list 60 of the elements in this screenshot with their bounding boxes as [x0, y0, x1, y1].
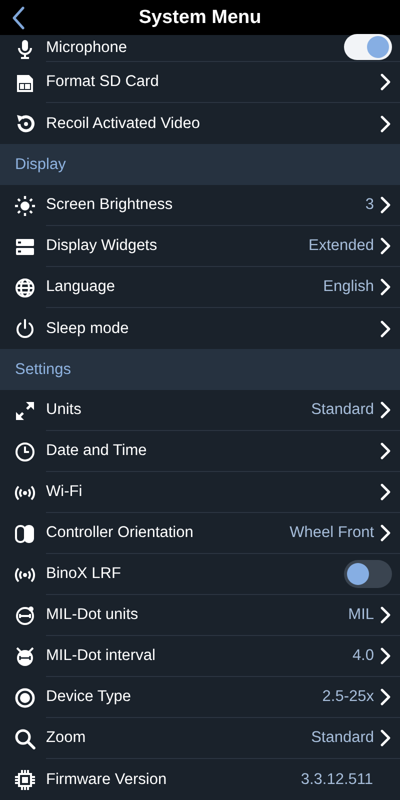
row-label: BinoX LRF — [46, 565, 122, 583]
row-label: Date and Time — [46, 442, 148, 460]
row-label: Device Type — [46, 688, 132, 706]
chevron-icon — [380, 442, 391, 460]
chevron-icon — [380, 237, 391, 255]
reticle-icon — [14, 604, 36, 626]
globe-icon — [14, 276, 36, 298]
toggle-switch[interactable] — [344, 560, 392, 588]
row-label: Display Widgets — [46, 237, 158, 255]
controller-icon — [14, 522, 36, 544]
row-label: Sleep mode — [46, 320, 130, 338]
row-label: MIL-Dot interval — [46, 647, 156, 665]
arrows-icon — [14, 400, 36, 422]
chevron-icon — [380, 688, 391, 706]
row-label: Firmware Version — [46, 770, 168, 788]
row-label: Wi-Fi — [46, 483, 84, 501]
row-value: Extended — [308, 237, 374, 255]
row-label: Format SD Card — [46, 73, 160, 91]
clock-icon — [14, 440, 36, 462]
chevron-icon — [380, 278, 391, 296]
chevron-icon — [380, 647, 391, 665]
row-label: Controller Orientation — [46, 524, 194, 542]
chevron-icon — [380, 73, 391, 91]
row-label: MIL-Dot units — [46, 606, 140, 624]
chevron-left-icon — [12, 6, 25, 30]
row-value: 2.5-25x — [322, 688, 374, 706]
search-icon — [14, 728, 36, 750]
row-value: 4.0 — [352, 647, 374, 665]
replay-icon — [14, 112, 36, 134]
row-value: Standard — [311, 401, 374, 419]
row-value: Wheel Front — [290, 524, 374, 542]
row-label: Screen Brightness — [46, 196, 174, 214]
chevron-icon — [380, 114, 391, 132]
chevron-icon — [380, 320, 391, 338]
chevron-icon — [380, 483, 391, 501]
row-label: Microphone — [46, 39, 128, 57]
section-header: Display — [0, 144, 400, 185]
row-value: 3 — [365, 196, 374, 214]
row-label: Language — [46, 278, 116, 296]
back-button[interactable] — [10, 4, 27, 32]
row-value: English — [323, 278, 374, 296]
chevron-icon — [380, 606, 391, 624]
chevron-icon — [380, 196, 391, 214]
screen-title: System Menu — [138, 6, 262, 28]
toggle-switch[interactable] — [344, 34, 392, 60]
chip-icon — [14, 768, 36, 790]
row-value: Standard — [311, 729, 374, 747]
reticle-icon — [14, 646, 36, 668]
radio-icon — [14, 686, 36, 708]
chevron-icon — [380, 729, 391, 747]
chevron-icon — [380, 401, 391, 419]
row-value: 3.3.12.511 — [300, 770, 373, 788]
chevron-icon — [380, 524, 391, 542]
row-value: MIL — [348, 606, 374, 624]
section-header: Settings — [0, 349, 400, 390]
power-icon — [14, 318, 36, 340]
row-label: Recoil Activated Video — [46, 114, 201, 132]
sun-icon — [14, 194, 36, 216]
row-label: Zoom — [46, 729, 87, 747]
row-label: Units — [46, 401, 82, 419]
